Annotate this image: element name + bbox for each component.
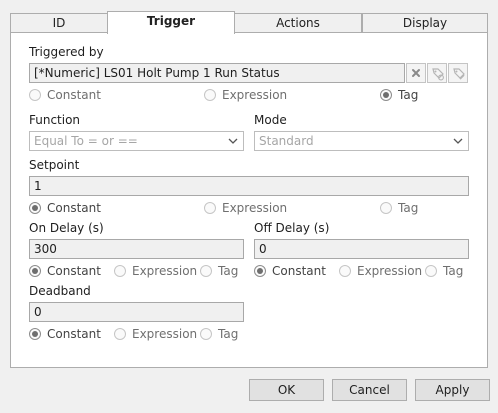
tab-trigger[interactable]: Trigger: [107, 11, 235, 34]
on-delay-tag-radio[interactable]: Tag: [200, 264, 238, 278]
mode-select-value: Standard: [259, 134, 314, 148]
radio-label: Constant: [272, 264, 326, 278]
deadband-field[interactable]: 0: [29, 302, 244, 322]
off-delay-constant-radio[interactable]: Constant: [254, 264, 326, 278]
radio-dot: [29, 328, 41, 340]
tag-edit-button[interactable]: [448, 63, 468, 83]
deadband-label: Deadband: [29, 284, 91, 298]
triggered-by-label: Triggered by: [29, 45, 104, 59]
off-delay-label: Off Delay (s): [254, 221, 330, 235]
radio-label: Expression: [222, 201, 288, 215]
radio-dot: [204, 89, 216, 101]
radio-dot: [29, 89, 41, 101]
tab-id[interactable]: ID: [10, 13, 108, 33]
clear-x-icon: [412, 69, 420, 77]
deadband-tag-radio[interactable]: Tag: [200, 327, 238, 341]
radio-label: Constant: [47, 88, 101, 102]
on-delay-constant-radio[interactable]: Constant: [29, 264, 101, 278]
mode-select[interactable]: Standard: [254, 131, 469, 151]
off-delay-expression-radio[interactable]: Expression: [339, 264, 422, 278]
function-label: Function: [29, 113, 81, 127]
setpoint-label: Setpoint: [29, 158, 80, 172]
tag-browse-icon: [432, 68, 444, 81]
tag-browse-button[interactable]: [427, 63, 447, 83]
radio-dot: [114, 328, 126, 340]
radio-dot: [29, 265, 41, 277]
mode-label: Mode: [254, 113, 287, 127]
setpoint-constant-radio[interactable]: Constant: [29, 201, 101, 215]
radio-dot: [200, 328, 212, 340]
radio-dot: [339, 265, 351, 277]
apply-button[interactable]: Apply: [415, 379, 490, 401]
radio-label: Constant: [47, 327, 101, 341]
radio-label: Tag: [218, 264, 239, 278]
radio-label: Tag: [398, 201, 419, 215]
radio-label: Tag: [218, 327, 239, 341]
on-delay-label: On Delay (s): [29, 221, 104, 235]
on-delay-expression-radio[interactable]: Expression: [114, 264, 197, 278]
radio-dot: [425, 265, 437, 277]
radio-label: Expression: [132, 327, 198, 341]
radio-label: Expression: [132, 264, 198, 278]
tag-edit-icon: [453, 68, 465, 80]
radio-label: Expression: [222, 88, 288, 102]
radio-dot: [200, 265, 212, 277]
on-delay-field[interactable]: 300: [29, 239, 244, 259]
function-select-value: Equal To = or ==: [34, 134, 138, 148]
triggered-by-expression-radio[interactable]: Expression: [204, 88, 287, 102]
tab-strip: ID Actions Display Trigger: [10, 11, 488, 34]
deadband-constant-radio[interactable]: Constant: [29, 327, 101, 341]
radio-dot: [114, 265, 126, 277]
chevron-down-icon: [453, 138, 463, 144]
radio-dot: [380, 202, 392, 214]
chevron-down-icon: [228, 138, 238, 144]
radio-label: Constant: [47, 201, 101, 215]
cancel-button[interactable]: Cancel: [332, 379, 407, 401]
radio-label: Constant: [47, 264, 101, 278]
radio-dot: [204, 202, 216, 214]
setpoint-expression-radio[interactable]: Expression: [204, 201, 287, 215]
radio-dot: [380, 89, 392, 101]
radio-label: Tag: [443, 264, 464, 278]
ok-button[interactable]: OK: [249, 379, 324, 401]
clear-button[interactable]: [406, 63, 426, 83]
triggered-by-tag-radio[interactable]: Tag: [380, 88, 418, 102]
triggered-by-constant-radio[interactable]: Constant: [29, 88, 101, 102]
radio-label: Expression: [357, 264, 423, 278]
triggered-by-field[interactable]: [*Numeric] LS01 Holt Pump 1 Run Status: [29, 63, 405, 83]
setpoint-tag-radio[interactable]: Tag: [380, 201, 418, 215]
radio-dot: [254, 265, 266, 277]
off-delay-field[interactable]: 0: [254, 239, 469, 259]
setpoint-field[interactable]: 1: [29, 176, 469, 196]
radio-label: Tag: [398, 88, 419, 102]
function-select[interactable]: Equal To = or ==: [29, 131, 244, 151]
tab-actions[interactable]: Actions: [234, 13, 362, 33]
deadband-expression-radio[interactable]: Expression: [114, 327, 197, 341]
radio-dot: [29, 202, 41, 214]
tab-display[interactable]: Display: [362, 13, 488, 33]
off-delay-tag-radio[interactable]: Tag: [425, 264, 463, 278]
